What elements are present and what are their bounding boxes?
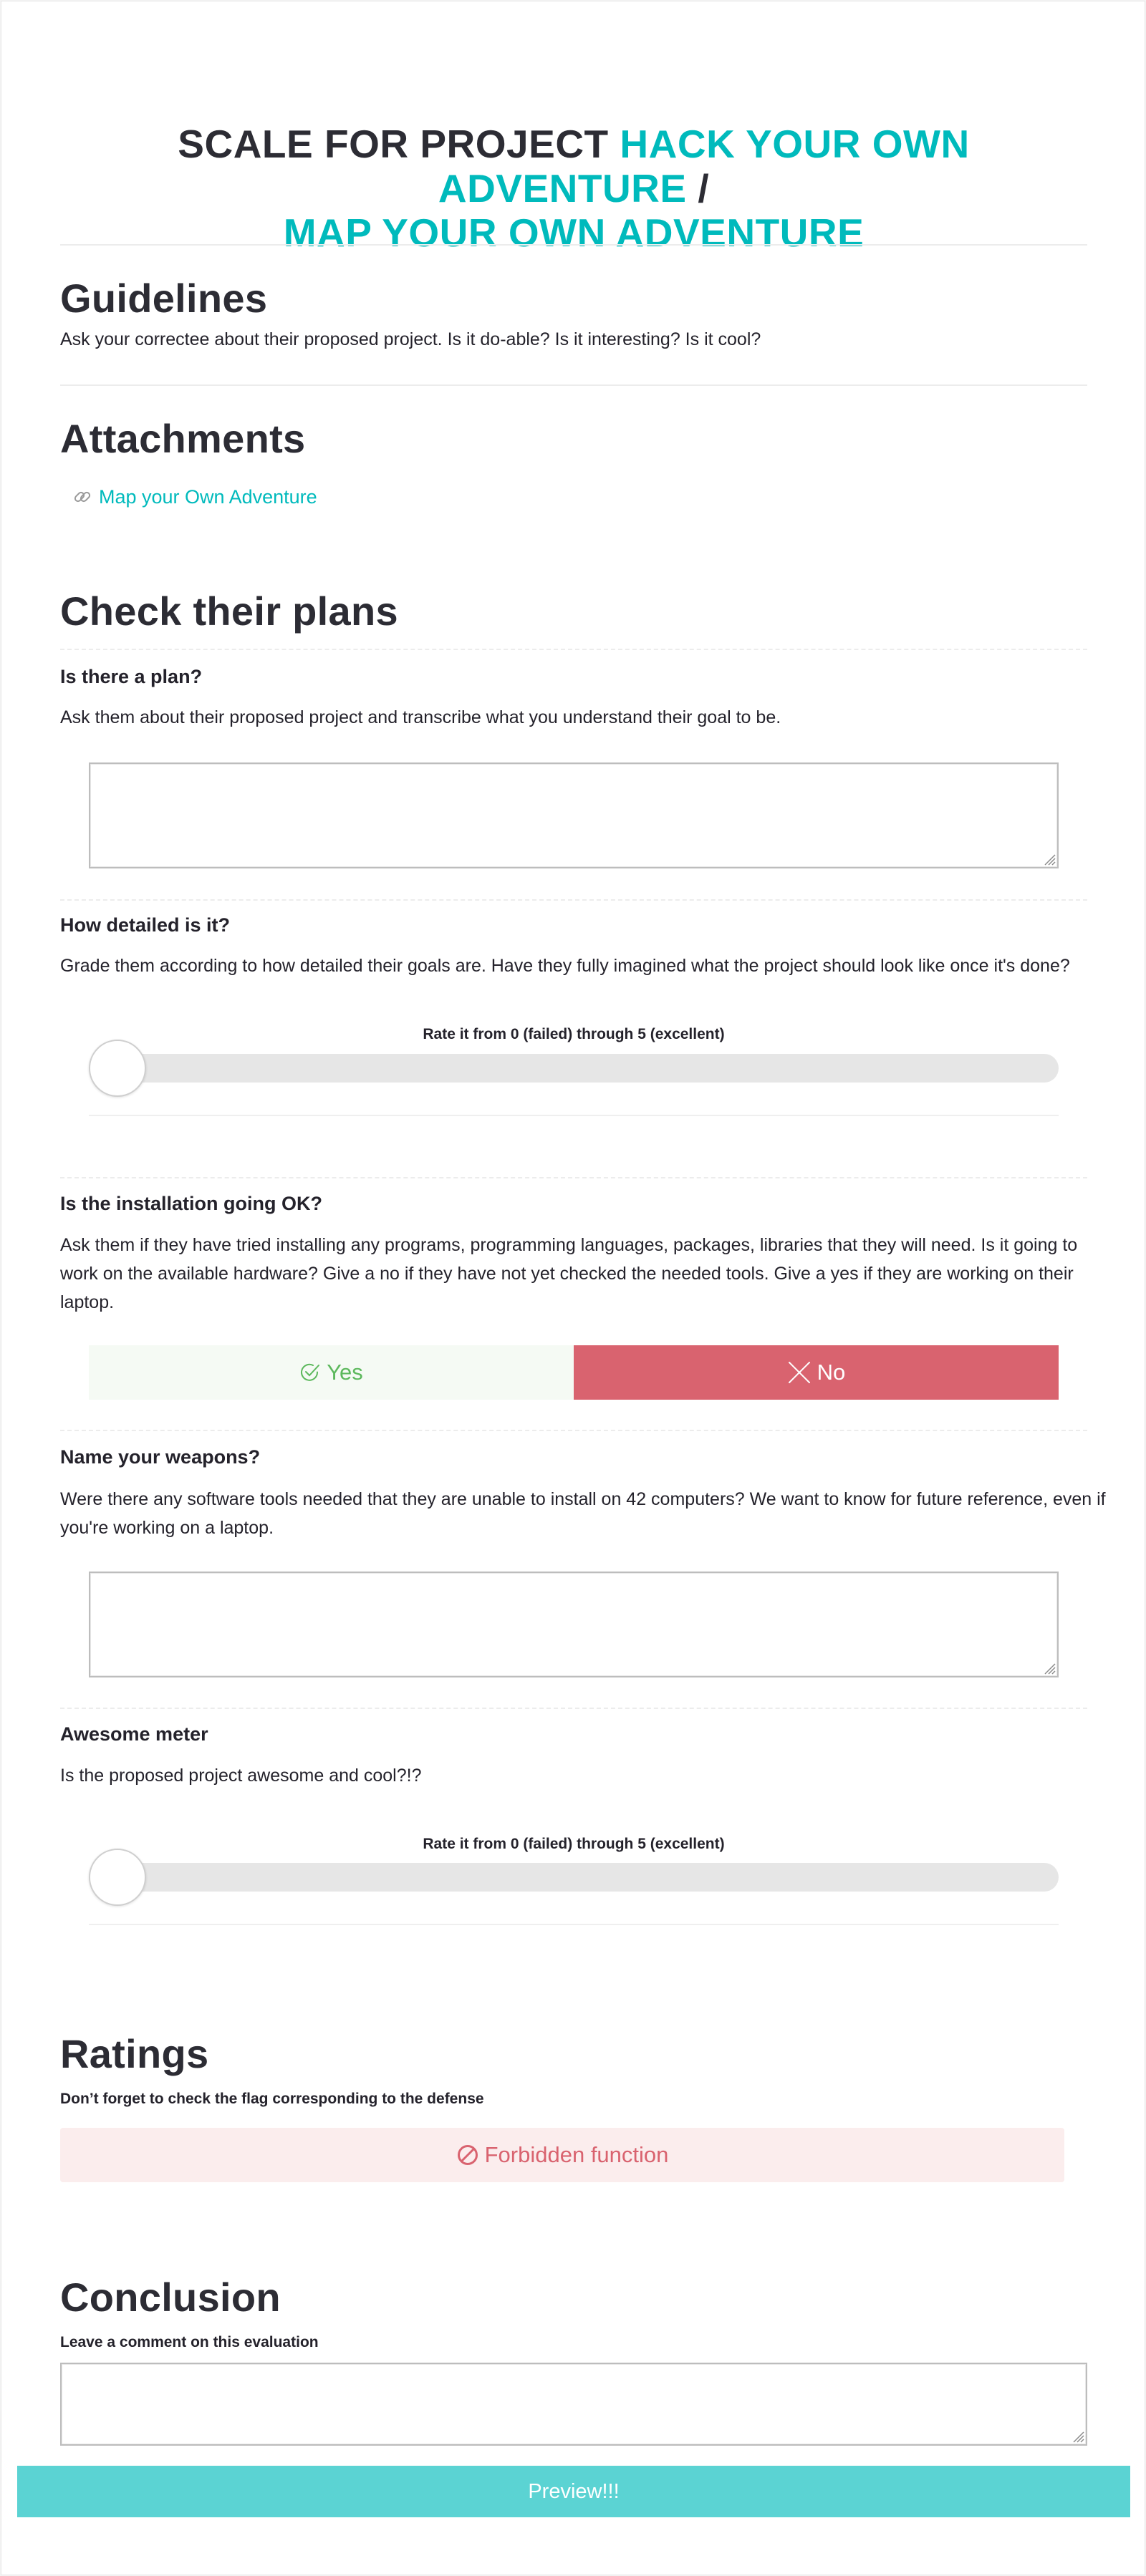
attachments-heading: Attachments (60, 416, 306, 461)
yes-label: Yes (327, 1360, 363, 1385)
question-description-line: Ask them if they have tried installing a… (60, 1235, 1078, 1255)
conclusion-textarea[interactable] (60, 2363, 1087, 2446)
question-description-awesome: Is the proposed project awesome and cool… (60, 1766, 422, 1786)
question-description-detailed: Grade them according to how detailed the… (60, 956, 1070, 976)
resize-grip-icon[interactable] (1070, 2429, 1084, 2443)
divider (60, 1430, 1087, 1431)
divider (60, 1177, 1087, 1178)
slider-label: Rate it from 0 (failed) through 5 (excel… (423, 1026, 725, 1042)
forbidden-function-label: Forbidden function (484, 2142, 669, 2167)
title-prefix: SCALE FOR PROJECT (178, 122, 609, 166)
question-description-line: you're working on a laptop. (60, 1518, 274, 1538)
ratings-heading: Ratings (60, 2031, 209, 2076)
check-circle-icon (301, 1363, 320, 1381)
close-icon (788, 1362, 810, 1383)
ratings-subtitle: Don’t forget to check the flag correspon… (60, 2091, 484, 2107)
title-separator: / (698, 166, 710, 210)
attachment-link-map-your-own-adventure[interactable]: Map your Own Adventure (72, 484, 317, 510)
weapons-textarea[interactable] (89, 1572, 1059, 1677)
guidelines-heading: Guidelines (60, 276, 268, 321)
no-button[interactable]: No (574, 1345, 1059, 1400)
conclusion-subtitle: Leave a comment on this evaluation (60, 2334, 319, 2350)
forbidden-function-flag[interactable]: Forbidden function (60, 2128, 1064, 2182)
evaluation-page: SCALE FOR PROJECT HACK YOUR OWN ADVENTUR… (1, 1, 1145, 2575)
rating-slider-track[interactable] (89, 1054, 1059, 1083)
no-label: No (817, 1360, 846, 1385)
resize-grip-icon[interactable] (1041, 1660, 1056, 1675)
attachment-label: Map your Own Adventure (99, 486, 317, 508)
question-description-line: laptop. (60, 1292, 115, 1312)
question-description-line: work on the available hardware? Give a n… (60, 1264, 1074, 1284)
question-title-awesome: Awesome meter (60, 1723, 208, 1745)
question-title-detailed: How detailed is it? (60, 914, 231, 936)
rating-slider-track[interactable] (89, 1863, 1059, 1892)
question-description-line: Were there any software tools needed tha… (60, 1489, 1106, 1509)
plan-textarea[interactable] (89, 762, 1059, 868)
link-icon (74, 491, 91, 503)
divider (60, 244, 1087, 246)
divider (60, 384, 1087, 386)
forbidden-icon (457, 2145, 478, 2165)
question-description-plan: Ask them about their proposed project an… (60, 707, 781, 727)
question-title-weapons: Name your weapons? (60, 1446, 261, 1468)
project-name-2: MAP YOUR OWN ADVENTURE (283, 210, 865, 255)
resize-grip-icon[interactable] (1041, 851, 1056, 866)
conclusion-heading: Conclusion (60, 2275, 281, 2320)
divider (60, 899, 1087, 901)
slider-label: Rate it from 0 (failed) through 5 (excel… (423, 1836, 725, 1852)
divider (60, 649, 1087, 650)
section-heading: Check their plans (60, 589, 398, 634)
divider (89, 1924, 1059, 1925)
question-title-plan: Is there a plan? (60, 666, 203, 687)
question-title-installation: Is the installation going OK? (60, 1193, 323, 1214)
yes-button[interactable]: Yes (89, 1345, 574, 1400)
rating-slider-handle[interactable] (89, 1849, 146, 1906)
rating-slider-handle[interactable] (89, 1040, 146, 1097)
guidelines-text: Ask your correctee about their proposed … (60, 329, 761, 349)
divider (60, 1708, 1087, 1709)
divider (89, 1115, 1059, 1116)
preview-button[interactable]: Preview!!! (17, 2466, 1130, 2517)
page-title: SCALE FOR PROJECT HACK YOUR OWN ADVENTUR… (60, 122, 1087, 255)
